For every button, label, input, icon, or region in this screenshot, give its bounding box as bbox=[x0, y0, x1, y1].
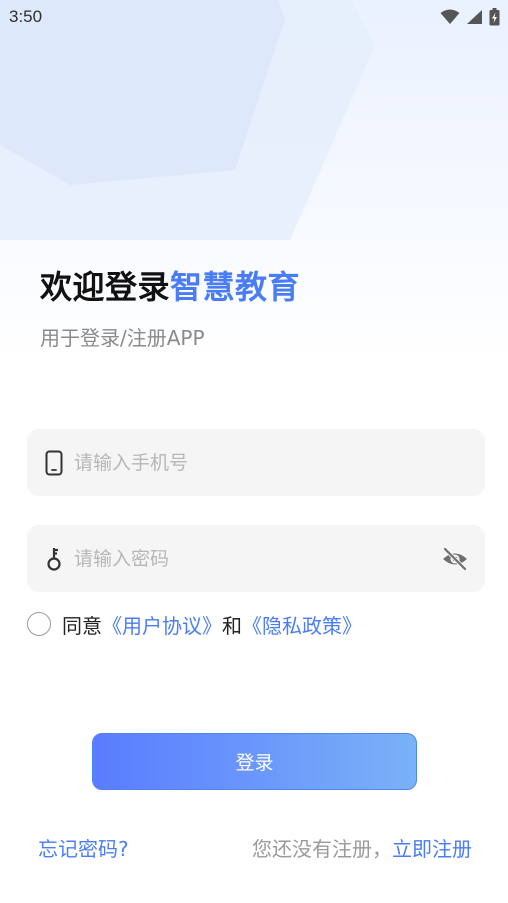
agreement-connector: 和 bbox=[222, 613, 242, 638]
phone-input[interactable] bbox=[74, 451, 414, 474]
key-icon bbox=[43, 546, 65, 572]
register-link[interactable]: 立即注册 bbox=[392, 837, 472, 861]
page-title: 欢迎登录智慧教育 bbox=[40, 262, 300, 308]
battery-icon bbox=[489, 8, 500, 26]
user-agreement-link[interactable]: 《用户协议》 bbox=[102, 610, 222, 639]
phone-field[interactable] bbox=[27, 429, 485, 496]
login-screen: 3:50 欢迎登录智慧教育 用于登录/注册APP 请输入手机号 同意 《用户协议… bbox=[0, 0, 508, 903]
privacy-policy-link[interactable]: 《隐私政策》 bbox=[242, 610, 362, 639]
password-input[interactable] bbox=[74, 547, 414, 570]
title-accent: 智慧教育 bbox=[170, 268, 301, 306]
agreement-row: 同意 《用户协议》 和 《隐私政策》 bbox=[27, 610, 362, 638]
phone-icon bbox=[43, 450, 65, 476]
register-row: 您还没有注册，立即注册 bbox=[252, 833, 472, 862]
background-decoration bbox=[0, 0, 375, 240]
forgot-password-link[interactable]: 忘记密码? bbox=[38, 833, 129, 862]
signal-icon bbox=[467, 10, 482, 24]
agreement-checkbox[interactable] bbox=[27, 612, 51, 636]
no-account-hint: 您还没有注册， bbox=[252, 837, 392, 861]
status-time: 3:50 bbox=[9, 7, 43, 26]
login-button[interactable]: 登录 bbox=[92, 733, 417, 790]
page-subtitle: 用于登录/注册APP bbox=[40, 326, 205, 350]
status-bar: 3:50 bbox=[0, 0, 508, 34]
eye-off-icon[interactable] bbox=[441, 545, 469, 573]
password-field[interactable] bbox=[27, 525, 485, 592]
wifi-icon bbox=[440, 9, 460, 24]
status-icons bbox=[440, 8, 500, 26]
agreement-prefix: 同意 bbox=[62, 613, 102, 638]
title-prefix: 欢迎登录 bbox=[40, 268, 171, 306]
